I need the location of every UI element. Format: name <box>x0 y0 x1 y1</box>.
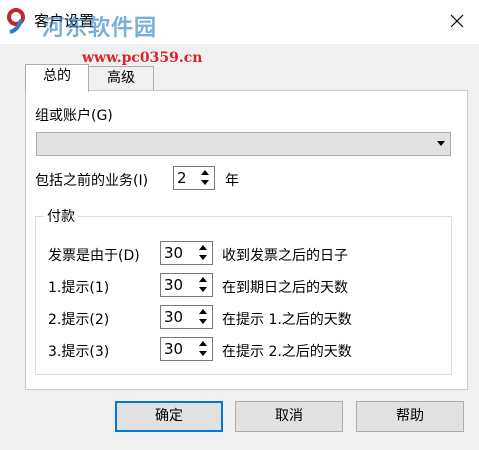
payment-group-title: 付款 <box>44 206 78 226</box>
reminder-3-stepper[interactable]: 30 <box>160 337 213 361</box>
spin-up-icon[interactable] <box>195 338 212 349</box>
tab-general[interactable]: 总的 <box>25 64 89 92</box>
reminder-1-value: 30 <box>164 276 184 294</box>
reminder-2-label: 2.提示(2) <box>48 312 110 328</box>
include-prior-value: 2 <box>177 169 187 187</box>
include-prior-stepper[interactable]: 2 <box>173 166 215 190</box>
spin-down-icon[interactable] <box>195 253 212 264</box>
spin-down-icon[interactable] <box>195 317 212 328</box>
ok-button[interactable]: 确定 <box>115 401 223 432</box>
payment-group: 付款 发票是由于(D) 30 收到发票之后的日子 1.提示(1) 30 在到期日… <box>35 206 452 375</box>
app-logo-icon <box>7 8 25 34</box>
invoice-due-suffix: 收到发票之后的日子 <box>222 248 348 264</box>
reminder-2-stepper[interactable]: 30 <box>160 305 213 329</box>
reminder-2-suffix: 在提示 1.之后的天数 <box>222 312 352 328</box>
reminder-1-label: 1.提示(1) <box>48 280 110 296</box>
cancel-button[interactable]: 取消 <box>235 401 343 432</box>
reminder-3-value: 30 <box>164 340 184 358</box>
group-account-label: 组或账户(G) <box>35 108 113 124</box>
close-icon <box>450 14 464 28</box>
reminder-3-suffix: 在提示 2.之后的天数 <box>222 344 352 360</box>
spin-up-icon[interactable] <box>195 306 212 317</box>
spin-down-icon[interactable] <box>197 178 214 189</box>
help-button[interactable]: 帮助 <box>356 401 464 432</box>
reminder-1-stepper[interactable]: 30 <box>160 273 213 297</box>
reminder-1-suffix: 在到期日之后的天数 <box>222 280 348 296</box>
spin-up-icon[interactable] <box>197 167 214 178</box>
spin-down-icon[interactable] <box>195 349 212 360</box>
chevron-down-icon <box>437 141 445 146</box>
invoice-due-label: 发票是由于(D) <box>48 248 140 264</box>
spin-up-icon[interactable] <box>195 242 212 253</box>
group-account-select[interactable] <box>36 132 451 156</box>
close-button[interactable] <box>440 4 474 38</box>
invoice-due-stepper[interactable]: 30 <box>160 241 213 265</box>
include-prior-unit: 年 <box>225 173 239 189</box>
spin-down-icon[interactable] <box>195 285 212 296</box>
include-prior-label: 包括之前的业务(I) <box>35 173 149 189</box>
reminder-3-label: 3.提示(3) <box>48 344 110 360</box>
reminder-2-value: 30 <box>164 308 184 326</box>
invoice-due-value: 30 <box>164 244 184 262</box>
watermark-url: www.pc0359.cn <box>82 50 203 66</box>
spin-up-icon[interactable] <box>195 274 212 285</box>
watermark-site-name: 河东软件园 <box>42 16 158 41</box>
general-tab-panel: 组或账户(G) 包括之前的业务(I) 2 年 付款 发票是由于(D) 30 收到… <box>25 90 468 390</box>
tab-advanced[interactable]: 高级 <box>88 66 154 91</box>
